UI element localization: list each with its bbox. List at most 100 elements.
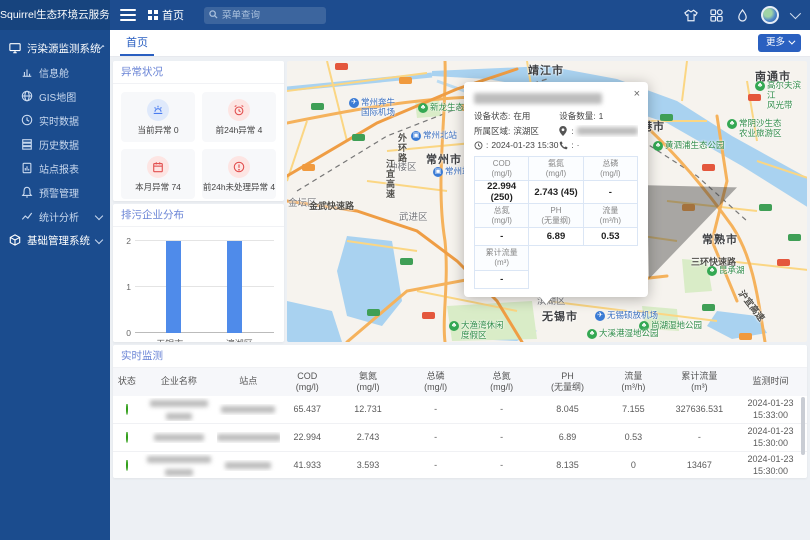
chart-ytick: 0 bbox=[121, 328, 131, 338]
map-poi-green[interactable]: ♣高尔夫滨江 风光带 bbox=[755, 81, 807, 110]
popup-metrics-table: COD(mg/l)氨氮(mg/l)总磷(mg/l)22.994 (250)2.7… bbox=[474, 156, 638, 289]
abnormal-card-0[interactable]: 当前异常 0 bbox=[121, 92, 195, 142]
metric-header: 总氮(mg/l) bbox=[475, 204, 529, 228]
clock-icon bbox=[474, 141, 483, 150]
monitor-table-header: 状态企业名称站点COD(mg/l)氨氮(mg/l)总磷(mg/l)总氮(mg/l… bbox=[113, 368, 807, 396]
road-number-badge bbox=[399, 77, 412, 84]
map-poi-green[interactable]: ♣大溪港湿地公园 bbox=[587, 329, 659, 339]
chevron-down-icon bbox=[788, 38, 795, 45]
road-number-badge bbox=[367, 309, 380, 316]
map-road-label: 江宜高速 bbox=[384, 159, 397, 199]
road-number-badge bbox=[777, 259, 790, 266]
abnormal-card-3[interactable]: 前24h未处理异常 4 bbox=[202, 149, 276, 199]
avatar[interactable] bbox=[761, 6, 779, 24]
sidebar-item-3[interactable]: 历史数据 bbox=[0, 132, 110, 156]
theme-shirt-icon[interactable] bbox=[683, 8, 698, 23]
gis-map[interactable]: × 设备状态:在用设备数量:1所属区域:滨湖区::2024-01-23 15:3… bbox=[287, 61, 807, 342]
road-number-badge bbox=[302, 164, 315, 171]
hamburger-menu-icon[interactable] bbox=[120, 9, 136, 21]
sidebar-item-0[interactable]: 信息舱 bbox=[0, 60, 110, 84]
breadcrumb[interactable]: 首页 bbox=[148, 7, 184, 23]
tab-home[interactable]: 首页 bbox=[120, 30, 154, 56]
sidebar-item-1[interactable]: GIS地图 bbox=[0, 84, 110, 108]
topbar-actions bbox=[683, 6, 810, 24]
close-icon[interactable]: × bbox=[634, 88, 640, 100]
cell-value: 12.731 bbox=[335, 404, 401, 415]
more-button[interactable]: 更多 bbox=[758, 34, 801, 52]
report-icon bbox=[20, 162, 33, 175]
popup-field-0: 设备状态:在用 bbox=[474, 110, 559, 122]
enterprise-distribution-panel: 排污企业分布 012 无锡市滨湖区 bbox=[113, 204, 284, 342]
column-header-0: 状态 bbox=[113, 376, 141, 387]
history-icon bbox=[20, 138, 33, 151]
metric-header: COD(mg/l) bbox=[475, 157, 529, 181]
chart-ytick: 1 bbox=[121, 282, 131, 292]
site-name-blurred bbox=[217, 432, 279, 443]
app-logo: Squirrel生态环境云服务平台 bbox=[0, 0, 110, 30]
sidebar-item-5[interactable]: 预警管理 bbox=[0, 180, 110, 204]
column-header-5: 总磷(mg/l) bbox=[401, 371, 470, 394]
road-number-badge bbox=[759, 204, 772, 211]
metric-value: - bbox=[475, 270, 529, 288]
status-dot bbox=[126, 460, 128, 471]
map-poi-green[interactable]: ♣大渔湾休闲 度假区 bbox=[449, 321, 504, 341]
gis-map-icon bbox=[20, 90, 33, 103]
cell-value: - bbox=[401, 432, 470, 443]
metric-value: 0.53 bbox=[583, 228, 637, 246]
search-input[interactable] bbox=[222, 10, 312, 21]
panel-title: 实时监测 bbox=[113, 345, 807, 368]
column-header-6: 总氮(mg/l) bbox=[470, 371, 532, 394]
train-poi-icon: ▣ bbox=[411, 131, 421, 141]
panel-title: 排污企业分布 bbox=[113, 204, 284, 227]
cell-value: - bbox=[470, 460, 532, 471]
menu-search[interactable] bbox=[204, 7, 326, 24]
park-poi-icon: ♣ bbox=[418, 103, 428, 113]
plane-poi-icon: ✈ bbox=[595, 311, 605, 321]
abnormal-card-1[interactable]: 前24h异常 4 bbox=[202, 92, 276, 142]
map-poi-green[interactable]: ♣昆承湖 bbox=[707, 266, 745, 276]
cell-value: 8.045 bbox=[533, 404, 602, 415]
sidebar-group-1[interactable]: 基础管理系统 bbox=[0, 228, 110, 252]
map-road-label: 金武快速路 bbox=[309, 199, 354, 212]
flame-icon[interactable] bbox=[735, 8, 750, 23]
park-poi-icon: ♣ bbox=[755, 81, 765, 91]
sidebar-group-0[interactable]: 污染源监测系统 bbox=[0, 36, 110, 60]
monitor-row-0[interactable]: 65.43712.731--8.0457.155327636.5312024-0… bbox=[113, 396, 807, 424]
chevron-down-icon[interactable] bbox=[790, 8, 801, 19]
cell-value: - bbox=[470, 404, 532, 415]
sidebar-item-2[interactable]: 实时数据 bbox=[0, 108, 110, 132]
popup-field-4: :2024-01-23 15:30:00 bbox=[474, 140, 559, 150]
table-scrollbar[interactable] bbox=[801, 397, 805, 455]
monitor-row-2[interactable]: 41.9333.593--8.1350134672024-01-23 15:30… bbox=[113, 452, 807, 478]
cell-value: 3.593 bbox=[335, 460, 401, 471]
system-icon bbox=[8, 42, 21, 55]
sidebar-item-4[interactable]: 站点报表 bbox=[0, 156, 110, 180]
map-poi-green[interactable]: ♣黄泗浦生态公园 bbox=[653, 141, 725, 151]
metric-header: 氨氮(mg/l) bbox=[529, 157, 583, 181]
popup-field-1: 设备数量:1 bbox=[559, 110, 638, 122]
plane-poi-icon: ✈ bbox=[349, 98, 359, 108]
layout-icon[interactable] bbox=[709, 8, 724, 23]
map-poi-green[interactable]: ♣常阴沙生态 农业旅游区 bbox=[727, 119, 782, 139]
phone-icon bbox=[559, 141, 568, 150]
abnormal-card-2[interactable]: 本月异常 74 bbox=[121, 149, 195, 199]
popup-anchor bbox=[539, 296, 553, 304]
map-poi-blue[interactable]: ✈无锡硕放机场 bbox=[595, 311, 658, 321]
panel-title: 异常状况 bbox=[113, 61, 284, 84]
cell-value: - bbox=[401, 404, 470, 415]
map-poi-blue[interactable]: ▣常州北站 bbox=[411, 131, 457, 141]
column-header-3: COD(mg/l) bbox=[280, 371, 336, 394]
search-icon bbox=[209, 8, 218, 22]
sidebar: 污染源监测系统信息舱GIS地图实时数据历史数据站点报表预警管理统计分析基础管理系… bbox=[0, 30, 110, 540]
chart-xtick: 滨湖区 bbox=[205, 337, 275, 342]
column-header-2: 站点 bbox=[217, 376, 279, 387]
chart-ytick: 2 bbox=[121, 236, 131, 246]
popup-title-blurred bbox=[474, 93, 602, 104]
enterprise-name-blurred bbox=[141, 454, 217, 477]
metric-value: 22.994 (250) bbox=[475, 181, 529, 204]
chevron-down-icon bbox=[95, 236, 103, 244]
map-city-label: 常州市 bbox=[426, 151, 462, 167]
monitor-row-1[interactable]: 22.9942.743--6.890.53-2024-01-23 15:30:0… bbox=[113, 424, 807, 452]
sidebar-item-6[interactable]: 统计分析 bbox=[0, 204, 110, 228]
map-poi-blue[interactable]: ✈常州奔牛 国际机场 bbox=[349, 98, 395, 118]
